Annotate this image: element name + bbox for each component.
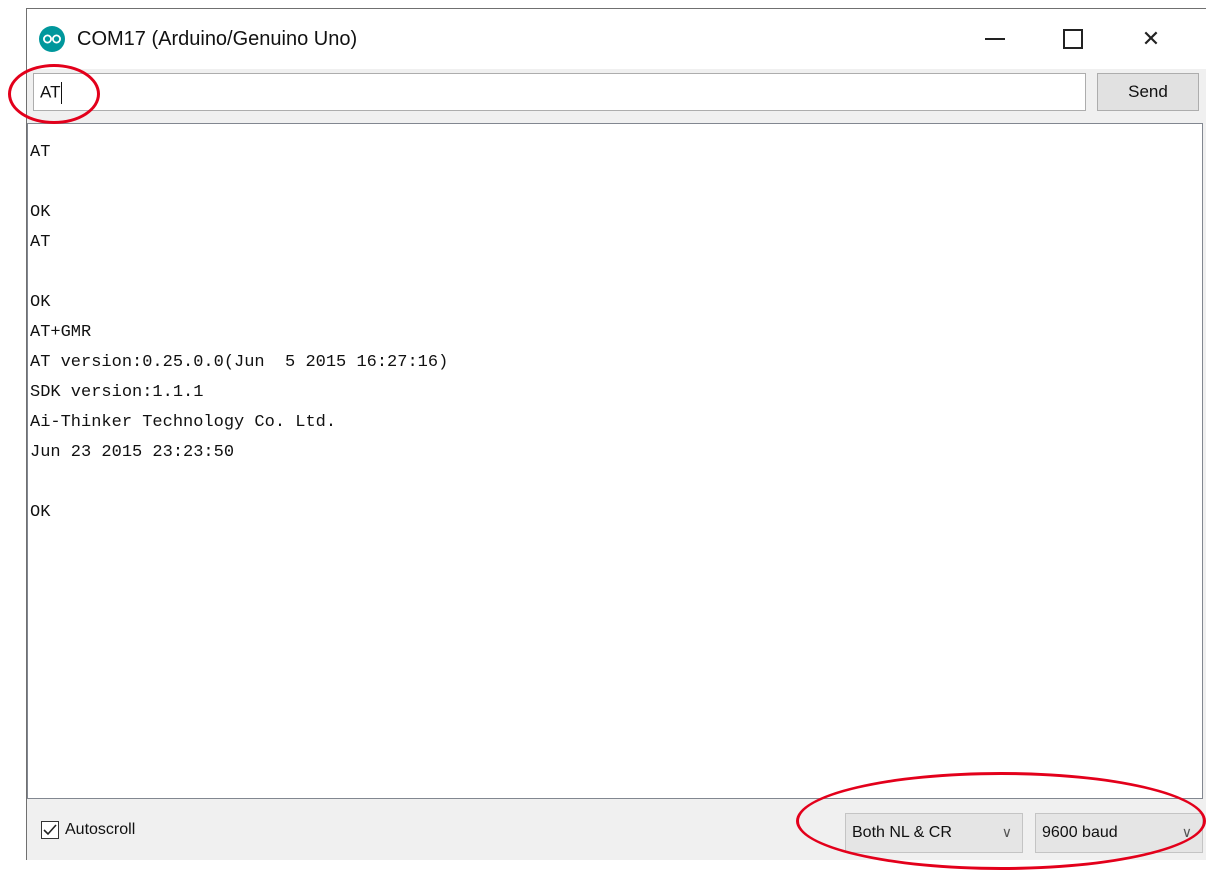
autoscroll-checkbox[interactable]	[41, 821, 59, 839]
output-line: OK	[30, 293, 51, 312]
output-line: AT version:0.25.0.0(Jun 5 2015 16:27:16)	[30, 353, 449, 372]
output-line: AT	[30, 233, 51, 252]
line-ending-select[interactable]: Both NL & CR ∨	[845, 813, 1023, 853]
chevron-down-icon: ∨	[1181, 824, 1192, 840]
baud-rate-value: 9600 baud	[1042, 824, 1118, 841]
output-line: AT+GMR	[30, 323, 92, 342]
line-ending-value: Both NL & CR	[852, 824, 952, 841]
output-line: Jun 23 2015 23:23:50	[30, 443, 235, 462]
serial-output-area[interactable]: AT OK AT OK AT+GMR AT version:0.25.0.0(Jun 5 …	[27, 123, 1203, 799]
maximize-button[interactable]	[1037, 9, 1109, 69]
output-line: SDK version:1.1.1	[30, 383, 204, 402]
minimize-button[interactable]	[959, 9, 1031, 69]
text-caret	[61, 82, 63, 104]
checkmark-icon	[43, 824, 57, 836]
output-line: Ai-Thinker Technology Co. Ltd.	[30, 413, 337, 432]
chevron-down-icon: ∨	[1001, 824, 1012, 840]
autoscroll-label: Autoscroll	[65, 821, 136, 838]
autoscroll-toggle[interactable]: Autoscroll	[41, 821, 135, 839]
status-bar: Autoscroll Both NL & CR ∨ 9600 baud ∨	[27, 801, 1206, 859]
baud-rate-select[interactable]: 9600 baud ∨	[1035, 813, 1203, 853]
minimize-icon	[985, 38, 1005, 40]
maximize-icon	[1063, 29, 1083, 49]
title-bar[interactable]: COM17 (Arduino/Genuino Uno) ✕	[27, 9, 1206, 69]
send-button[interactable]: Send	[1097, 73, 1199, 111]
output-line: OK	[30, 503, 51, 522]
close-button[interactable]: ✕	[1115, 9, 1187, 69]
serial-monitor-window: COM17 (Arduino/Genuino Uno) ✕ AT Send AT…	[26, 8, 1206, 860]
output-line: AT	[30, 143, 51, 162]
output-line: OK	[30, 203, 51, 222]
input-value: AT	[40, 82, 61, 102]
serial-command-input[interactable]: AT	[33, 73, 1086, 111]
close-icon: ✕	[1141, 26, 1161, 51]
arduino-logo-icon	[39, 26, 65, 52]
window-title: COM17 (Arduino/Genuino Uno)	[77, 28, 358, 50]
